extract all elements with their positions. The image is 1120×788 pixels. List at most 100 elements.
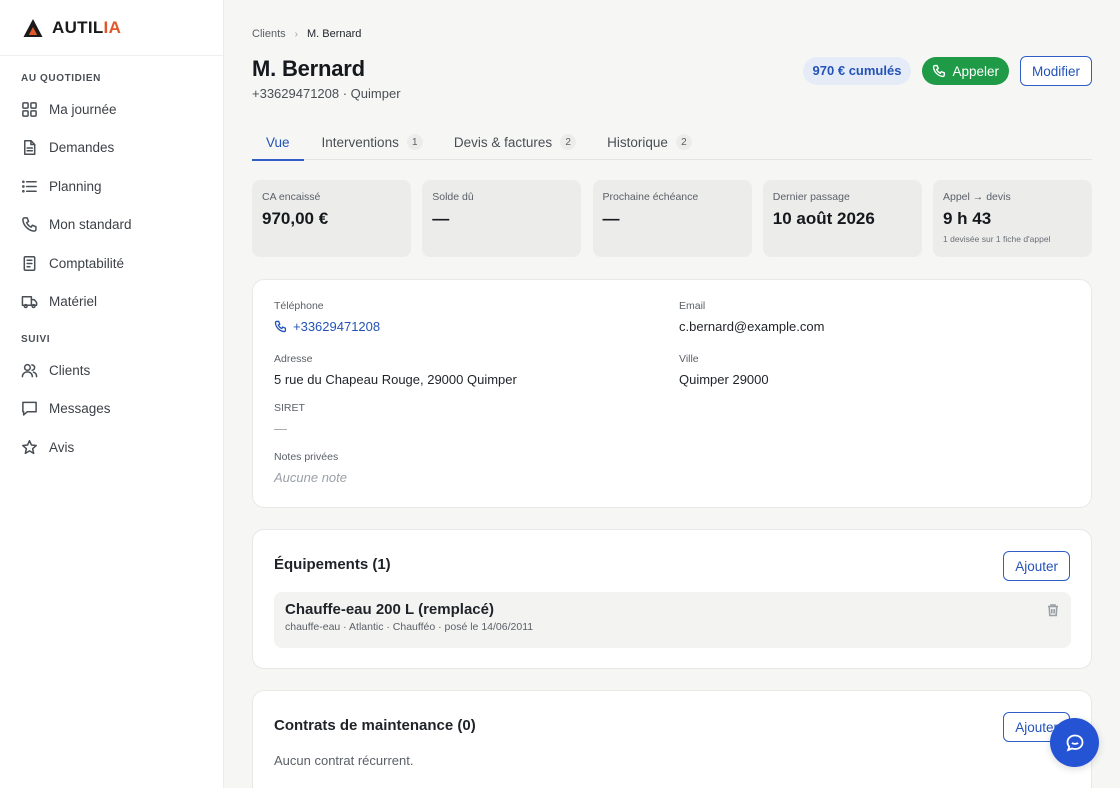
equipment-meta: chauffe-eau · Atlantic · Chaufféo · posé… — [285, 621, 534, 633]
stat-card-dernier-passage: Dernier passage 10 août 2026 — [762, 180, 922, 257]
sidebar-item-label: Matériel — [49, 294, 98, 310]
edit-button[interactable]: Modifier — [1019, 56, 1092, 86]
tab-bar: Vue Interventions 1 Devis & factures 2 H… — [252, 124, 1092, 161]
app-name: AUTILIA — [52, 17, 122, 37]
siret-label: SIRET — [274, 402, 305, 414]
chat-fab-button[interactable] — [1050, 718, 1099, 767]
call-button-label: Appeler — [952, 63, 999, 79]
document-icon — [24, 140, 36, 156]
sidebar-item-clients[interactable]: Clients — [0, 351, 223, 390]
tab-label: Historique — [607, 134, 668, 150]
autilia-logo-icon — [23, 18, 43, 37]
maintenance-card: Contrats de maintenance (0) Ajouter Aucu… — [252, 690, 1092, 788]
stat-label: Appel → devis — [943, 191, 1011, 203]
tab-count-badge: 2 — [675, 134, 692, 150]
page-title: M. Bernard — [252, 56, 365, 81]
app-logo[interactable]: AUTILIA — [0, 0, 223, 56]
cumulative-badge: 970 € cumulés — [802, 57, 912, 85]
receipt-icon — [23, 255, 36, 271]
phone-icon — [22, 217, 37, 233]
city-field: Ville Quimper 29000 — [679, 353, 1059, 402]
tab-label: Interventions — [321, 134, 399, 150]
phone-link[interactable]: +33629471208 — [274, 319, 654, 334]
stats-row: CA encaissé 970,00 € Solde dû — Prochain… — [252, 180, 1092, 257]
email-field: Email c.bernard@example.com — [679, 300, 1059, 353]
call-button[interactable]: Appeler — [922, 57, 1009, 85]
tab-label: Vue — [266, 134, 290, 150]
stat-label: CA encaissé — [262, 191, 321, 203]
breadcrumb-current: M. Bernard — [306, 28, 362, 40]
tab-count-badge: 1 — [406, 134, 423, 150]
tab-label: Devis & factures — [453, 134, 553, 150]
trash-icon[interactable] — [1046, 603, 1060, 617]
sidebar-item-messages[interactable]: Messages — [0, 390, 223, 429]
breadcrumb: Clients › M. Bernard — [252, 28, 361, 40]
sidebar-item-planning[interactable]: Planning — [0, 167, 223, 206]
tab-historique[interactable]: Historique 2 — [607, 124, 692, 160]
maintenance-title: Contrats de maintenance (0) — [274, 717, 476, 734]
siret-value: — — [274, 421, 287, 436]
stat-value: 10 août 2026 — [772, 209, 875, 228]
sidebar-section-title: SUIVI — [21, 334, 51, 345]
notes-label: Notes privées — [274, 451, 339, 463]
stat-card-solde-du: Solde dû — — [422, 180, 582, 257]
city-label: Ville — [679, 353, 699, 365]
sidebar-item-avis[interactable]: Avis — [0, 428, 223, 467]
stat-value: — — [432, 209, 450, 228]
notes-value: Aucune note — [274, 470, 348, 485]
address-field: Adresse 5 rue du Chapeau Rouge, 29000 Qu… — [274, 353, 654, 402]
stat-card-ca-encaisse: CA encaissé 970,00 € — [252, 180, 411, 257]
sidebar-item-label: Planning — [49, 178, 102, 194]
list-icon — [22, 180, 37, 193]
equipment-item[interactable]: Chauffe-eau 200 L (remplacé) chauffe-eau… — [274, 592, 1071, 648]
sidebar-item-label: Clients — [49, 362, 91, 378]
sidebar-item-label: Messages — [49, 401, 111, 417]
sidebar-item-label: Ma journée — [49, 101, 117, 117]
stat-note: 1 devisée sur 1 fiche d'appel — [943, 234, 1051, 244]
star-icon — [22, 439, 37, 454]
sidebar-item-demandes[interactable]: Demandes — [0, 129, 223, 168]
phone-icon — [933, 64, 946, 78]
message-icon — [22, 401, 37, 416]
city-value: Quimper 29000 — [679, 372, 769, 387]
sidebar-item-label: Mon standard — [49, 217, 132, 233]
sidebar-item-label: Avis — [49, 439, 75, 455]
notes-field: Notes privées Aucune note — [274, 451, 654, 504]
add-equipment-button[interactable]: Ajouter — [1003, 551, 1070, 581]
tab-vue[interactable]: Vue — [252, 124, 304, 161]
header-actions: 970 € cumulés Appeler Modifier — [802, 56, 1092, 86]
users-icon — [21, 363, 38, 378]
sidebar-item-ma-journee[interactable]: Ma journée — [0, 90, 223, 129]
stat-card-prochaine-echeance: Prochaine échéance — — [592, 180, 752, 257]
email-value: c.bernard@example.com — [679, 319, 825, 334]
truck-icon — [21, 296, 38, 309]
stat-label: Prochaine échéance — [602, 191, 699, 203]
phone-value: +33629471208 — [293, 319, 381, 334]
tab-devis-factures[interactable]: Devis & factures 2 — [453, 124, 577, 160]
stat-value: 970,00 € — [262, 209, 329, 228]
stat-value: 9 h 43 — [943, 209, 992, 228]
sidebar-item-comptabilite[interactable]: Comptabilité — [0, 244, 223, 283]
stat-value: — — [602, 209, 620, 228]
sidebar-section-title: AU QUOTIDIEN — [21, 73, 101, 84]
address-value: 5 rue du Chapeau Rouge, 29000 Quimper — [274, 372, 517, 387]
sidebar-item-mon-standard[interactable]: Mon standard — [0, 206, 223, 245]
maintenance-empty-text: Aucun contrat récurrent. — [274, 753, 414, 768]
tab-count-badge: 2 — [560, 134, 577, 150]
siret-field: SIRET — — [274, 402, 654, 451]
sidebar-item-label: Comptabilité — [49, 255, 125, 271]
chat-bubble-icon — [1066, 734, 1083, 752]
client-subtitle: +33629471208 · Quimper — [252, 86, 401, 101]
sidebar-item-label: Demandes — [49, 140, 115, 156]
address-label: Adresse — [274, 353, 313, 365]
breadcrumb-link-clients[interactable]: Clients — [252, 28, 286, 40]
equipment-name: Chauffe-eau 200 L (remplacé) — [285, 601, 494, 618]
breadcrumb-separator: › — [294, 28, 298, 40]
stat-label: Dernier passage — [772, 191, 850, 203]
stat-card-appel-devis: Appel → devis 9 h 43 1 devisée sur 1 fic… — [933, 180, 1092, 257]
phone-label: Téléphone — [274, 300, 324, 312]
sidebar-item-materiel[interactable]: Matériel — [0, 283, 223, 322]
phone-icon — [274, 320, 287, 333]
tab-interventions[interactable]: Interventions 1 — [322, 124, 423, 160]
sidebar: AUTILIA AU QUOTIDIEN Ma journée Demandes… — [0, 0, 224, 788]
